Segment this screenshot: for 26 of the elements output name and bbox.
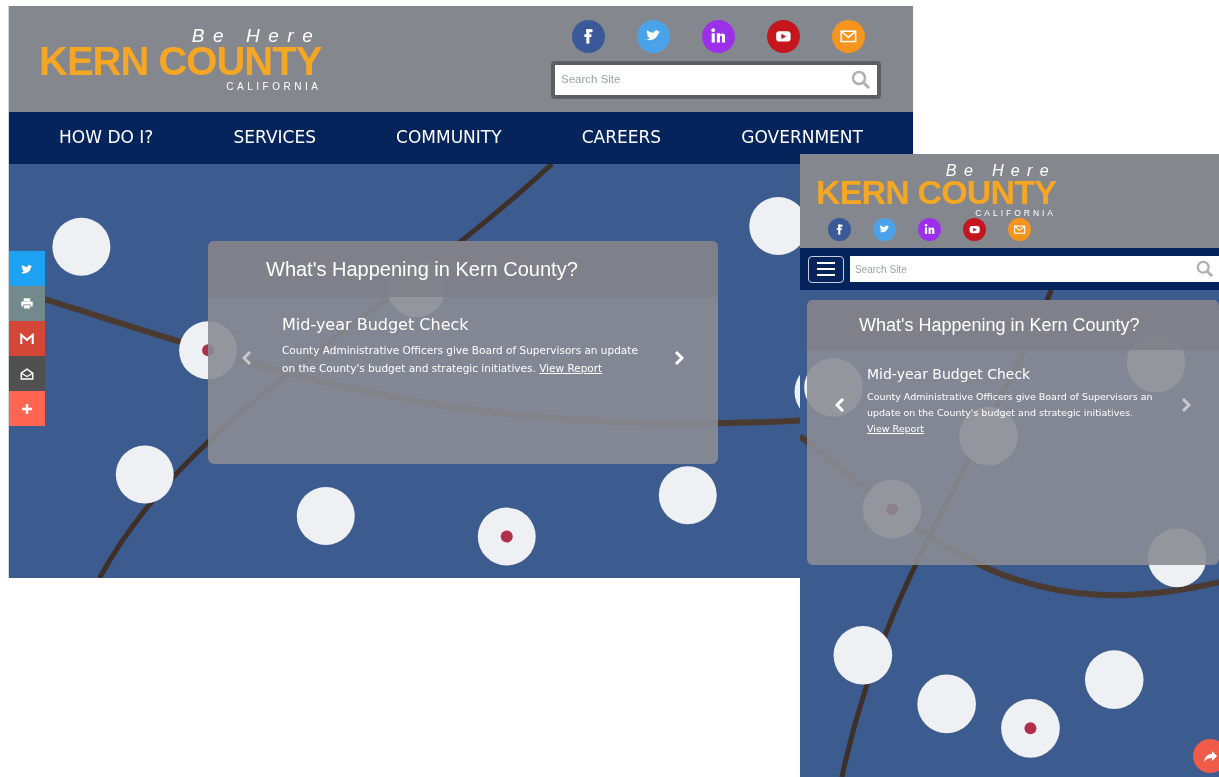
search-field[interactable]: Search Site bbox=[850, 256, 1191, 282]
nav-link[interactable]: SERVICES bbox=[233, 125, 316, 151]
nav-link[interactable]: CAREERS bbox=[581, 125, 662, 151]
carousel-heading: What's Happening in Kern County? bbox=[859, 313, 1140, 337]
nav-link[interactable]: HOW DO I? bbox=[59, 125, 154, 151]
nav-link[interactable]: COMMUNITY bbox=[396, 125, 502, 151]
logo-tagline: Be Here bbox=[945, 162, 1056, 179]
slide-title: Mid-year Budget Check bbox=[867, 365, 1032, 384]
linkedin-icon[interactable] bbox=[918, 218, 941, 241]
nav-link[interactable]: GOVERNMENT bbox=[741, 125, 863, 151]
youtube-icon[interactable] bbox=[767, 20, 800, 53]
search-icon[interactable] bbox=[1196, 260, 1214, 278]
youtube-icon[interactable] bbox=[963, 218, 986, 241]
twitter-icon[interactable] bbox=[637, 20, 670, 53]
search-button[interactable] bbox=[1191, 256, 1219, 282]
search-button[interactable] bbox=[845, 65, 877, 95]
search-field[interactable]: Search Site bbox=[555, 65, 845, 95]
logo-subtitle: CALIFORNIA bbox=[226, 82, 322, 92]
linkedin-icon[interactable] bbox=[702, 20, 735, 53]
email-icon[interactable] bbox=[1008, 218, 1031, 241]
facebook-icon[interactable] bbox=[572, 20, 605, 53]
search-icon[interactable] bbox=[851, 70, 871, 90]
logo-subtitle: CALIFORNIA bbox=[975, 209, 1056, 219]
share-arrow-icon bbox=[1202, 748, 1218, 764]
email-icon[interactable] bbox=[832, 20, 865, 53]
slide-text: County Administrative Officers give Board of Supervisors an update on the County's budget and strategic initiatives. View Report bbox=[867, 390, 1154, 436]
